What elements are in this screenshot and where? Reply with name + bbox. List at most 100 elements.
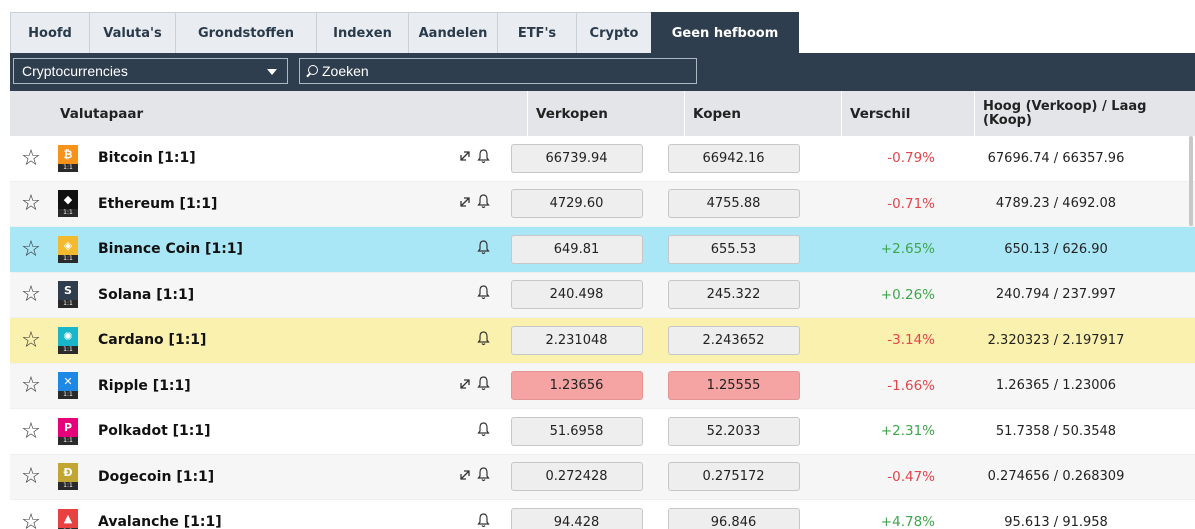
instrument-name[interactable]: Dogecoin [1:1] (80, 455, 440, 500)
buy-price-button[interactable]: 0.275172 (667, 462, 800, 492)
column-header-sell[interactable]: Verkopen (528, 91, 685, 136)
sell-cell: 0.272428 (498, 455, 655, 500)
bell-icon[interactable] (477, 467, 490, 486)
favorite-star-icon[interactable]: ☆ (10, 273, 41, 318)
favorite-star-icon[interactable]: ☆ (10, 364, 41, 409)
tab-grondstoffen[interactable]: Grondstoffen (175, 12, 317, 54)
sell-price-button[interactable]: 240.498 (510, 280, 643, 310)
favorite-star-icon[interactable]: ☆ (10, 318, 41, 363)
instrument-name[interactable]: Solana [1:1] (80, 273, 440, 318)
favorite-star-icon[interactable]: ☆ (10, 227, 41, 272)
bell-icon[interactable] (477, 376, 490, 395)
favorite-star-icon[interactable]: ☆ (10, 136, 41, 181)
column-header-buy[interactable]: Kopen (685, 91, 842, 136)
sell-cell: 2.231048 (498, 318, 655, 363)
sell-price-button[interactable]: 51.6958 (510, 416, 643, 446)
sell-price-button[interactable]: 0.272428 (510, 462, 643, 492)
expand-icon[interactable] (459, 378, 471, 394)
coin-logo-icon: S 1:1 (58, 281, 78, 309)
category-select-value: Cryptocurrencies (22, 63, 128, 79)
table-row[interactable]: ☆ Ð 1:1 Dogecoin [1:1] 0.272428 0.275172 -0.47… (10, 454, 1195, 500)
sell-price-button[interactable]: 94.428 (510, 507, 643, 529)
search-placeholder: Zoeken (322, 63, 369, 79)
instrument-name[interactable]: Ripple [1:1] (80, 364, 440, 409)
search-input[interactable]: Zoeken (299, 58, 697, 84)
buy-price-button[interactable]: 655.53 (667, 234, 800, 264)
bell-icon[interactable] (477, 149, 490, 168)
tab-indexen[interactable]: Indexen (316, 12, 409, 54)
buy-price-button[interactable]: 1.25555 (667, 371, 800, 401)
buy-cell: 52.2033 (655, 409, 812, 454)
row-actions (440, 364, 498, 409)
high-low-value: 51.7358 / 50.3548 (995, 423, 1117, 439)
sell-price-button[interactable]: 4729.60 (510, 189, 643, 219)
column-header-diff[interactable]: Verschil (842, 91, 975, 136)
coin-logo-icon: ✺ 1:1 (58, 326, 78, 354)
column-header-pair[interactable]: Valutapaar (10, 91, 528, 136)
instrument-name[interactable]: Avalanche [1:1] (80, 500, 440, 529)
coin-logo-icon: ◈ 1:1 (58, 235, 78, 263)
tab-geen-hefboom[interactable]: Geen hefboom (651, 12, 799, 54)
favorite-star-icon[interactable]: ☆ (10, 182, 41, 227)
table-row[interactable]: ☆ ◈ 1:1 Binance Coin [1:1] 649.81 655.53 +2.65… (10, 227, 1195, 273)
table-row[interactable]: ☆ ✺ 1:1 Cardano [1:1] 2.231048 2.243652 -3.14%… (10, 318, 1195, 364)
instrument-name[interactable]: Ethereum [1:1] (80, 182, 440, 227)
sell-price-button[interactable]: 1.23656 (510, 371, 643, 401)
instrument-name[interactable]: Polkadot [1:1] (80, 409, 440, 454)
table-row[interactable]: ☆ ₿ 1:1 Bitcoin [1:1] 66739.94 66942.16 -0.79%… (10, 136, 1195, 182)
high-low-value: 240.794 / 237.997 (995, 287, 1117, 303)
change-percent: -0.47% (887, 468, 935, 485)
bell-icon[interactable] (477, 240, 490, 259)
coin-symbol: ◈ (58, 235, 78, 255)
table-row[interactable]: ☆ P 1:1 Polkadot [1:1] 51.6958 52.2033 +2.31% 5… (10, 409, 1195, 455)
sell-price-button[interactable]: 649.81 (510, 234, 643, 264)
coin-logo: ◆ 1:1 (40, 182, 80, 227)
coin-symbol: ▲ (58, 508, 78, 528)
buy-cell: 2.243652 (655, 318, 812, 363)
instrument-name[interactable]: Binance Coin [1:1] (80, 227, 440, 272)
leverage-label: 1:1 (58, 391, 78, 400)
favorite-star-icon[interactable]: ☆ (10, 455, 41, 500)
buy-price-button[interactable]: 4755.88 (667, 189, 800, 219)
tab-valuta-s[interactable]: Valuta's (89, 12, 176, 54)
expand-icon[interactable] (459, 469, 471, 485)
table-row[interactable]: ☆ ◆ 1:1 Ethereum [1:1] 4729.60 4755.88 -0.71% 4… (10, 181, 1195, 227)
coin-logo: ✕ 1:1 (40, 364, 80, 409)
sell-cell: 4729.60 (498, 182, 655, 227)
buy-price-button[interactable]: 2.243652 (667, 325, 800, 355)
column-header-highlow[interactable]: Hoog (Verkoop) / Laag (Koop) (975, 91, 1195, 136)
bell-icon[interactable] (477, 513, 490, 529)
scrollbar[interactable] (1189, 136, 1193, 226)
table-row[interactable]: ☆ S 1:1 Solana [1:1] 240.498 245.322 +0.26% 240… (10, 272, 1195, 318)
sell-price-button[interactable]: 2.231048 (510, 325, 643, 355)
buy-price-button[interactable]: 245.322 (667, 280, 800, 310)
leverage-label: 1:1 (58, 300, 78, 309)
search-icon (306, 65, 318, 77)
sell-price-button[interactable]: 66739.94 (510, 143, 643, 173)
buy-price-button[interactable]: 66942.16 (667, 143, 800, 173)
coin-logo: Ð 1:1 (40, 455, 80, 500)
buy-cell: 0.275172 (655, 455, 812, 500)
table-row[interactable]: ☆ ✕ 1:1 Ripple [1:1] 1.23656 1.25555 -1.66% 1.2… (10, 363, 1195, 409)
high-low-value: 95.613 / 91.958 (1004, 514, 1108, 529)
favorite-star-icon[interactable]: ☆ (10, 409, 41, 454)
instrument-name[interactable]: Bitcoin [1:1] (80, 136, 440, 181)
favorite-star-icon[interactable]: ☆ (10, 500, 41, 529)
expand-icon[interactable] (459, 150, 471, 166)
buy-price-button[interactable]: 96.846 (667, 507, 800, 529)
bell-icon[interactable] (477, 194, 490, 213)
tab-aandelen[interactable]: Aandelen (408, 12, 498, 54)
buy-price-button[interactable]: 52.2033 (667, 416, 800, 446)
bell-icon[interactable] (477, 331, 490, 350)
tab-crypto[interactable]: Crypto (576, 12, 652, 54)
bell-icon[interactable] (477, 285, 490, 304)
change-percent: -3.14% (887, 332, 935, 349)
category-select[interactable]: Cryptocurrencies (13, 58, 288, 84)
change-percent: +0.26% (880, 286, 935, 303)
expand-icon[interactable] (459, 196, 471, 212)
tab-hoofd[interactable]: Hoofd (10, 12, 90, 54)
bell-icon[interactable] (477, 422, 490, 441)
instrument-name[interactable]: Cardano [1:1] (80, 318, 440, 363)
tab-etf-s[interactable]: ETF's (497, 12, 577, 54)
table-row[interactable]: ☆ ▲1:1Avalanche [1:1] 94.428 96.846 +4.78% 95… (10, 500, 1195, 529)
